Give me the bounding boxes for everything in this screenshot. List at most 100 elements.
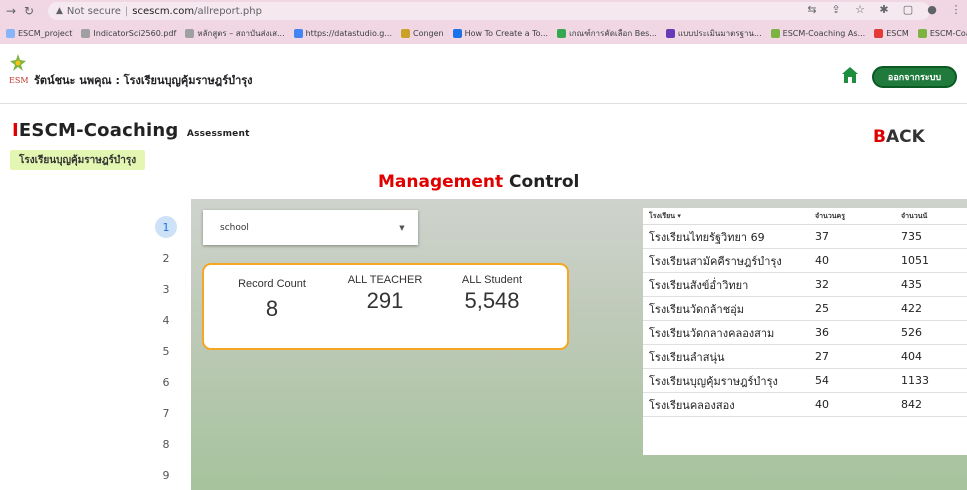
- bookmark-favicon-icon: [6, 28, 15, 38]
- cell-school: โรงเรียนวัดกล้าชอุ่ม: [649, 302, 745, 316]
- school-logo-icon: ESM: [9, 54, 28, 85]
- record-count-label: Record Count: [238, 278, 306, 290]
- bookmark-label: https://datastudio.g...: [305, 28, 392, 38]
- translate-icon[interactable]: ⇆: [805, 3, 819, 16]
- bookmark-item[interactable]: ESCM: [874, 28, 909, 38]
- warning-icon: ▲: [56, 6, 63, 16]
- profile-icon[interactable]: ●: [925, 3, 939, 16]
- back-rest: ACK: [885, 127, 925, 147]
- header-students[interactable]: จำนวนนั: [901, 211, 967, 222]
- page-number[interactable]: 7: [155, 402, 177, 424]
- cell-teachers: 27: [815, 350, 829, 363]
- bookmark-item[interactable]: ESCM_project: [6, 28, 72, 38]
- url-path: /allreport.php: [194, 5, 262, 17]
- page-title-highlight: Management: [378, 172, 504, 192]
- bookmark-item[interactable]: ESCM-Coaching As...: [917, 28, 967, 38]
- bookmark-item[interactable]: How To Create a To...: [452, 28, 549, 38]
- teacher-label: ALL TEACHER: [347, 274, 423, 286]
- logout-button[interactable]: ออกจากระบบ: [872, 66, 957, 88]
- bookmark-item[interactable]: หลักสูตร – สถาบันส่งเส...: [185, 27, 285, 40]
- bookmark-favicon-icon: [400, 28, 410, 38]
- bookmark-label: ESCM-Coaching As...: [782, 28, 866, 38]
- bookmarks-bar: ESCM_project IndicatorSci2560.pdf หลักสูตร…: [0, 22, 967, 44]
- page-number[interactable]: 3: [155, 278, 177, 300]
- bookmark-label: ESCM-Coaching As...: [929, 28, 967, 38]
- table-row[interactable]: โรงเรียนสามัคคีราษฎร์บำรุง 40 1051: [643, 249, 967, 273]
- table-row[interactable]: โรงเรียนไทยรัฐวิทยา 69 37 735: [643, 225, 967, 249]
- extensions-icon[interactable]: ✱: [877, 3, 891, 16]
- brand-title: IESCM-Coaching Assessment: [12, 120, 250, 141]
- table-row[interactable]: โรงเรียนวัดกลางคลองสาม 36 526: [643, 321, 967, 345]
- bookmark-favicon-icon: [293, 28, 303, 38]
- table-header: โรงเรียน ▾ จำนวนครู จำนวนนั: [643, 208, 967, 225]
- page-number[interactable]: 9: [155, 464, 177, 486]
- bookmark-item[interactable]: Congen: [400, 28, 444, 38]
- bookmark-item[interactable]: เกณฑ์การคัดเลือก Bes...: [557, 27, 657, 40]
- bookmark-item[interactable]: IndicatorSci2560.pdf: [81, 28, 177, 38]
- page-number[interactable]: 8: [155, 433, 177, 455]
- bookmark-favicon-icon: [665, 28, 675, 38]
- page-number[interactable]: 4: [155, 309, 177, 331]
- cell-students: 526: [901, 326, 922, 339]
- bookmark-label: How To Create a To...: [464, 28, 549, 38]
- bookmark-favicon-icon: [81, 28, 91, 38]
- bookmark-item[interactable]: แบบประเมินมาตรฐาน...: [665, 27, 762, 40]
- bookmark-item[interactable]: https://datastudio.g...: [293, 28, 392, 38]
- back-button[interactable]: BACK: [873, 127, 925, 147]
- table-row[interactable]: โรงเรียนลำสนุ่น 27 404: [643, 345, 967, 369]
- cell-school: โรงเรียนวัดกลางคลองสาม: [649, 326, 775, 340]
- cell-teachers: 25: [815, 302, 829, 315]
- home-icon[interactable]: [841, 66, 859, 84]
- reload-icon[interactable]: ↻: [22, 3, 36, 19]
- bookmark-label: IndicatorSci2560.pdf: [93, 28, 177, 38]
- bookmark-favicon-icon: [557, 28, 567, 38]
- cell-students: 1051: [901, 254, 929, 267]
- cell-teachers: 54: [815, 374, 829, 387]
- table-row[interactable]: โรงเรียนบุญคุ้มราษฎร์บำรุง 54 1133: [643, 369, 967, 393]
- cell-school: โรงเรียนคลองสอง: [649, 398, 735, 412]
- teacher-value: 291: [366, 288, 404, 313]
- brand-name: ESCM-Coaching: [18, 120, 179, 141]
- school-filter-value: school: [220, 222, 249, 233]
- table-row[interactable]: โรงเรียนวัดกล้าชอุ่ม 25 422: [643, 297, 967, 321]
- table-row[interactable]: โรงเรียนคลองสอง 40 842: [643, 393, 967, 417]
- url-host: scescm.com: [132, 5, 195, 17]
- share-icon[interactable]: ⇪: [829, 3, 843, 16]
- cell-school: โรงเรียนลำสนุ่น: [649, 350, 725, 364]
- cell-students: 1133: [901, 374, 929, 387]
- page-number[interactable]: 6: [155, 371, 177, 393]
- bookmark-favicon-icon: [874, 28, 884, 38]
- school-table: โรงเรียน ▾ จำนวนครู จำนวนนั โรงเรียนไทยร…: [643, 208, 967, 455]
- page-number[interactable]: 2: [155, 247, 177, 269]
- student-label: ALL Student: [461, 274, 523, 286]
- student-kpi: ALL Student 5,548: [452, 274, 532, 314]
- bookmark-favicon-icon: [770, 28, 780, 38]
- school-filter-dropdown[interactable]: school ▼: [203, 210, 418, 245]
- forward-icon[interactable]: →: [4, 3, 18, 19]
- header-school[interactable]: โรงเรียน ▾: [643, 211, 815, 222]
- cell-teachers: 40: [815, 398, 829, 411]
- teacher-kpi: ALL TEACHER 291: [345, 274, 425, 314]
- user-school-title: รัตน์ชนะ นพคุณ : โรงเรียนบุญคุ้มราษฎร์บำ…: [34, 74, 253, 87]
- bookmark-label: ESCM: [886, 28, 909, 38]
- bookmark-star-icon[interactable]: ☆: [853, 3, 867, 16]
- window-icon[interactable]: ▢: [901, 3, 915, 16]
- browser-toolbar: → ↻ ▲ Not secure | scescm.com/allreport.…: [0, 0, 967, 22]
- address-bar[interactable]: ▲ Not secure | scescm.com/allreport.php: [48, 2, 930, 20]
- cell-teachers: 36: [815, 326, 829, 339]
- bookmark-label: เกณฑ์การคัดเลือก Bes...: [569, 28, 657, 38]
- bookmark-label: แบบประเมินมาตรฐาน...: [677, 28, 762, 38]
- cell-students: 842: [901, 398, 922, 411]
- cell-school: โรงเรียนสังข์อ่ำวิทยา: [649, 278, 749, 292]
- menu-icon[interactable]: ⋮: [949, 3, 963, 16]
- header-teachers[interactable]: จำนวนครู: [815, 211, 901, 222]
- page-number[interactable]: 5: [155, 340, 177, 362]
- brand-subtitle: Assessment: [186, 129, 250, 139]
- bookmark-label: หลักสูตร – สถาบันส่งเส...: [197, 28, 285, 38]
- table-row[interactable]: โรงเรียนสังข์อ่ำวิทยา 32 435: [643, 273, 967, 297]
- page-number[interactable]: 1: [155, 216, 177, 238]
- cell-students: 735: [901, 230, 922, 243]
- bookmark-item[interactable]: ESCM-Coaching As...: [770, 28, 866, 38]
- bookmark-favicon-icon: [185, 28, 195, 38]
- student-value: 5,548: [464, 288, 520, 313]
